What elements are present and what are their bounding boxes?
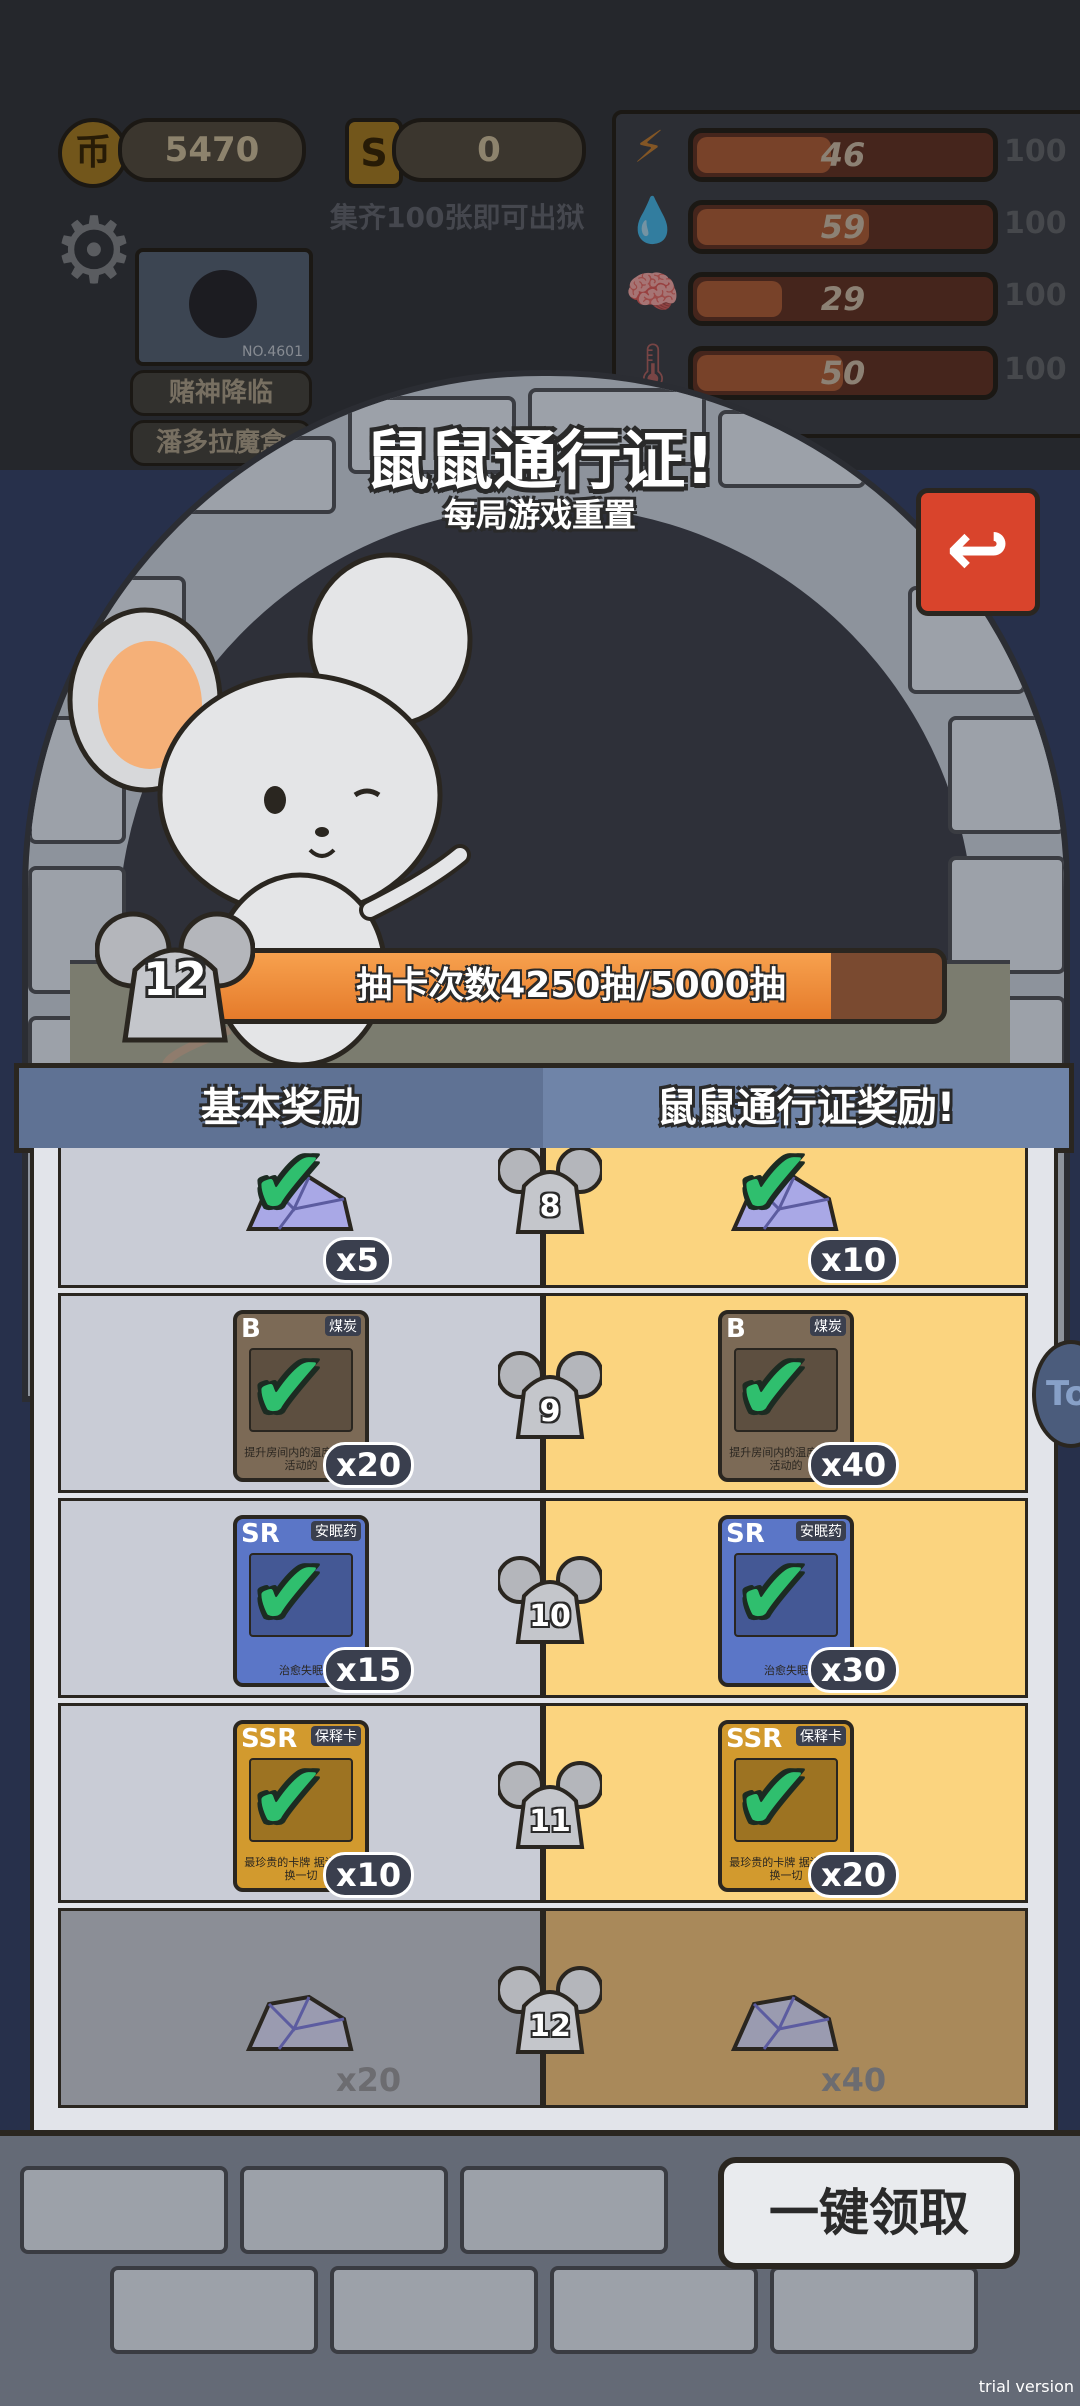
- claimed-check-icon: ✔: [251, 1541, 327, 1646]
- card-name: 保释卡: [796, 1726, 846, 1746]
- watermark: trial version: [978, 2377, 1074, 2396]
- brick: [20, 2166, 228, 2254]
- reward-cell-pass[interactable]: B 煤炭 提升房间内的温度 一切活动的 ✔ x40: [543, 1293, 1028, 1493]
- reward-row[interactable]: x20 x40 12: [58, 1908, 1028, 2108]
- reward-row[interactable]: SSR 保释卡 最珍贵的卡牌 据说能兑换一切 ✔ x10 SSR 保释卡 最珍贵的卡牌 据说能…: [58, 1703, 1028, 1903]
- brick: [460, 2166, 668, 2254]
- claimed-check-icon: ✔: [736, 1541, 812, 1646]
- tab-pass-rewards[interactable]: 鼠鼠通行证奖励!: [543, 1068, 1069, 1148]
- level-marker: 9: [496, 1345, 604, 1441]
- pull-progress-bar: 抽卡次数4250抽/5000抽: [195, 948, 947, 1024]
- reward-quantity: x20: [336, 2061, 402, 2099]
- brick: [770, 2266, 978, 2354]
- reward-quantity: x20: [808, 1852, 900, 1898]
- card-name: 保释卡: [311, 1726, 361, 1746]
- level-marker: 12: [496, 1960, 604, 2056]
- page-title: 鼠鼠通行证!: [365, 425, 715, 499]
- claimed-check-icon: ✔: [736, 1148, 812, 1236]
- level-number: 8: [539, 1189, 561, 1224]
- reward-cell-pass[interactable]: SR 安眠药 治愈失眠 ✔ x30: [543, 1498, 1028, 1698]
- card-name: 安眠药: [796, 1521, 846, 1541]
- brick: [330, 2266, 538, 2354]
- level-number: 11: [529, 1804, 571, 1839]
- claim-all-button[interactable]: 一键领取: [718, 2157, 1020, 2269]
- brick: [948, 716, 1064, 834]
- brick: [550, 2266, 758, 2354]
- reward-quantity: x10: [808, 1237, 900, 1283]
- back-button[interactable]: ↩: [916, 488, 1040, 616]
- reward-cell-pass[interactable]: x40: [543, 1908, 1028, 2108]
- reward-tabs: 基本奖励 鼠鼠通行证奖励!: [14, 1063, 1074, 1153]
- reward-cell-basic[interactable]: SR 安眠药 治愈失眠 ✔ x15: [58, 1498, 543, 1698]
- reward-quantity: x20: [323, 1442, 415, 1488]
- reward-row[interactable]: ✔ x5 ✔ x10 8: [58, 1148, 1028, 1288]
- level-marker: 11: [496, 1755, 604, 1851]
- pull-progress-text: 抽卡次数4250抽/5000抽: [356, 965, 786, 1006]
- reward-quantity: x40: [808, 1442, 900, 1488]
- return-arrow-icon: ↩: [946, 504, 1010, 593]
- card-name: 安眠药: [311, 1521, 361, 1541]
- reward-cell-basic[interactable]: x20: [58, 1908, 543, 2108]
- crystal-gem-icon: [730, 1994, 839, 2051]
- level-number: 9: [539, 1394, 561, 1429]
- current-level-badge: 12: [94, 900, 256, 1050]
- reward-cell-pass[interactable]: ✔ x10: [543, 1148, 1028, 1288]
- brick: [948, 856, 1064, 974]
- reward-list[interactable]: ✔ x5 ✔ x10 8 B 煤炭 提升房间内的温度 一切活动的 ✔ x20 B 煤炭 提升房间内的温度…: [30, 1148, 1058, 2130]
- level-number: 10: [529, 1599, 571, 1634]
- reward-quantity: x15: [323, 1647, 415, 1693]
- level-marker: 8: [496, 1148, 604, 1236]
- level-number: 12: [529, 2009, 571, 2044]
- claimed-check-icon: ✔: [736, 1336, 812, 1441]
- claimed-check-icon: ✔: [736, 1746, 812, 1851]
- reward-row[interactable]: SR 安眠药 治愈失眠 ✔ x15 SR 安眠药 治愈失眠 ✔ x30 10: [58, 1498, 1028, 1698]
- level-marker: 10: [496, 1550, 604, 1646]
- brick: [110, 2266, 318, 2354]
- claimed-check-icon: ✔: [251, 1336, 327, 1441]
- reward-quantity: x10: [323, 1852, 415, 1898]
- reward-quantity: x5: [323, 1237, 392, 1283]
- tab-basic-rewards[interactable]: 基本奖励: [19, 1068, 543, 1148]
- reward-quantity: x40: [821, 2061, 887, 2099]
- claimed-check-icon: ✔: [251, 1148, 327, 1236]
- claimed-check-icon: ✔: [251, 1746, 327, 1851]
- card-name: 煤炭: [810, 1316, 846, 1336]
- card-name: 煤炭: [325, 1316, 361, 1336]
- current-level: 12: [142, 952, 207, 1006]
- brick: [240, 2166, 448, 2254]
- reward-row[interactable]: B 煤炭 提升房间内的温度 一切活动的 ✔ x20 B 煤炭 提升房间内的温度 一切活动的 ✔ x…: [58, 1293, 1028, 1493]
- crystal-gem-icon: [245, 1994, 354, 2051]
- reward-cell-basic[interactable]: SSR 保释卡 最珍贵的卡牌 据说能兑换一切 ✔ x10: [58, 1703, 543, 1903]
- reward-cell-basic[interactable]: B 煤炭 提升房间内的温度 一切活动的 ✔ x20: [58, 1293, 543, 1493]
- reward-cell-basic[interactable]: ✔ x5: [58, 1148, 543, 1288]
- reward-cell-pass[interactable]: SSR 保释卡 最珍贵的卡牌 据说能兑换一切 ✔ x20: [543, 1703, 1028, 1903]
- reward-quantity: x30: [808, 1647, 900, 1693]
